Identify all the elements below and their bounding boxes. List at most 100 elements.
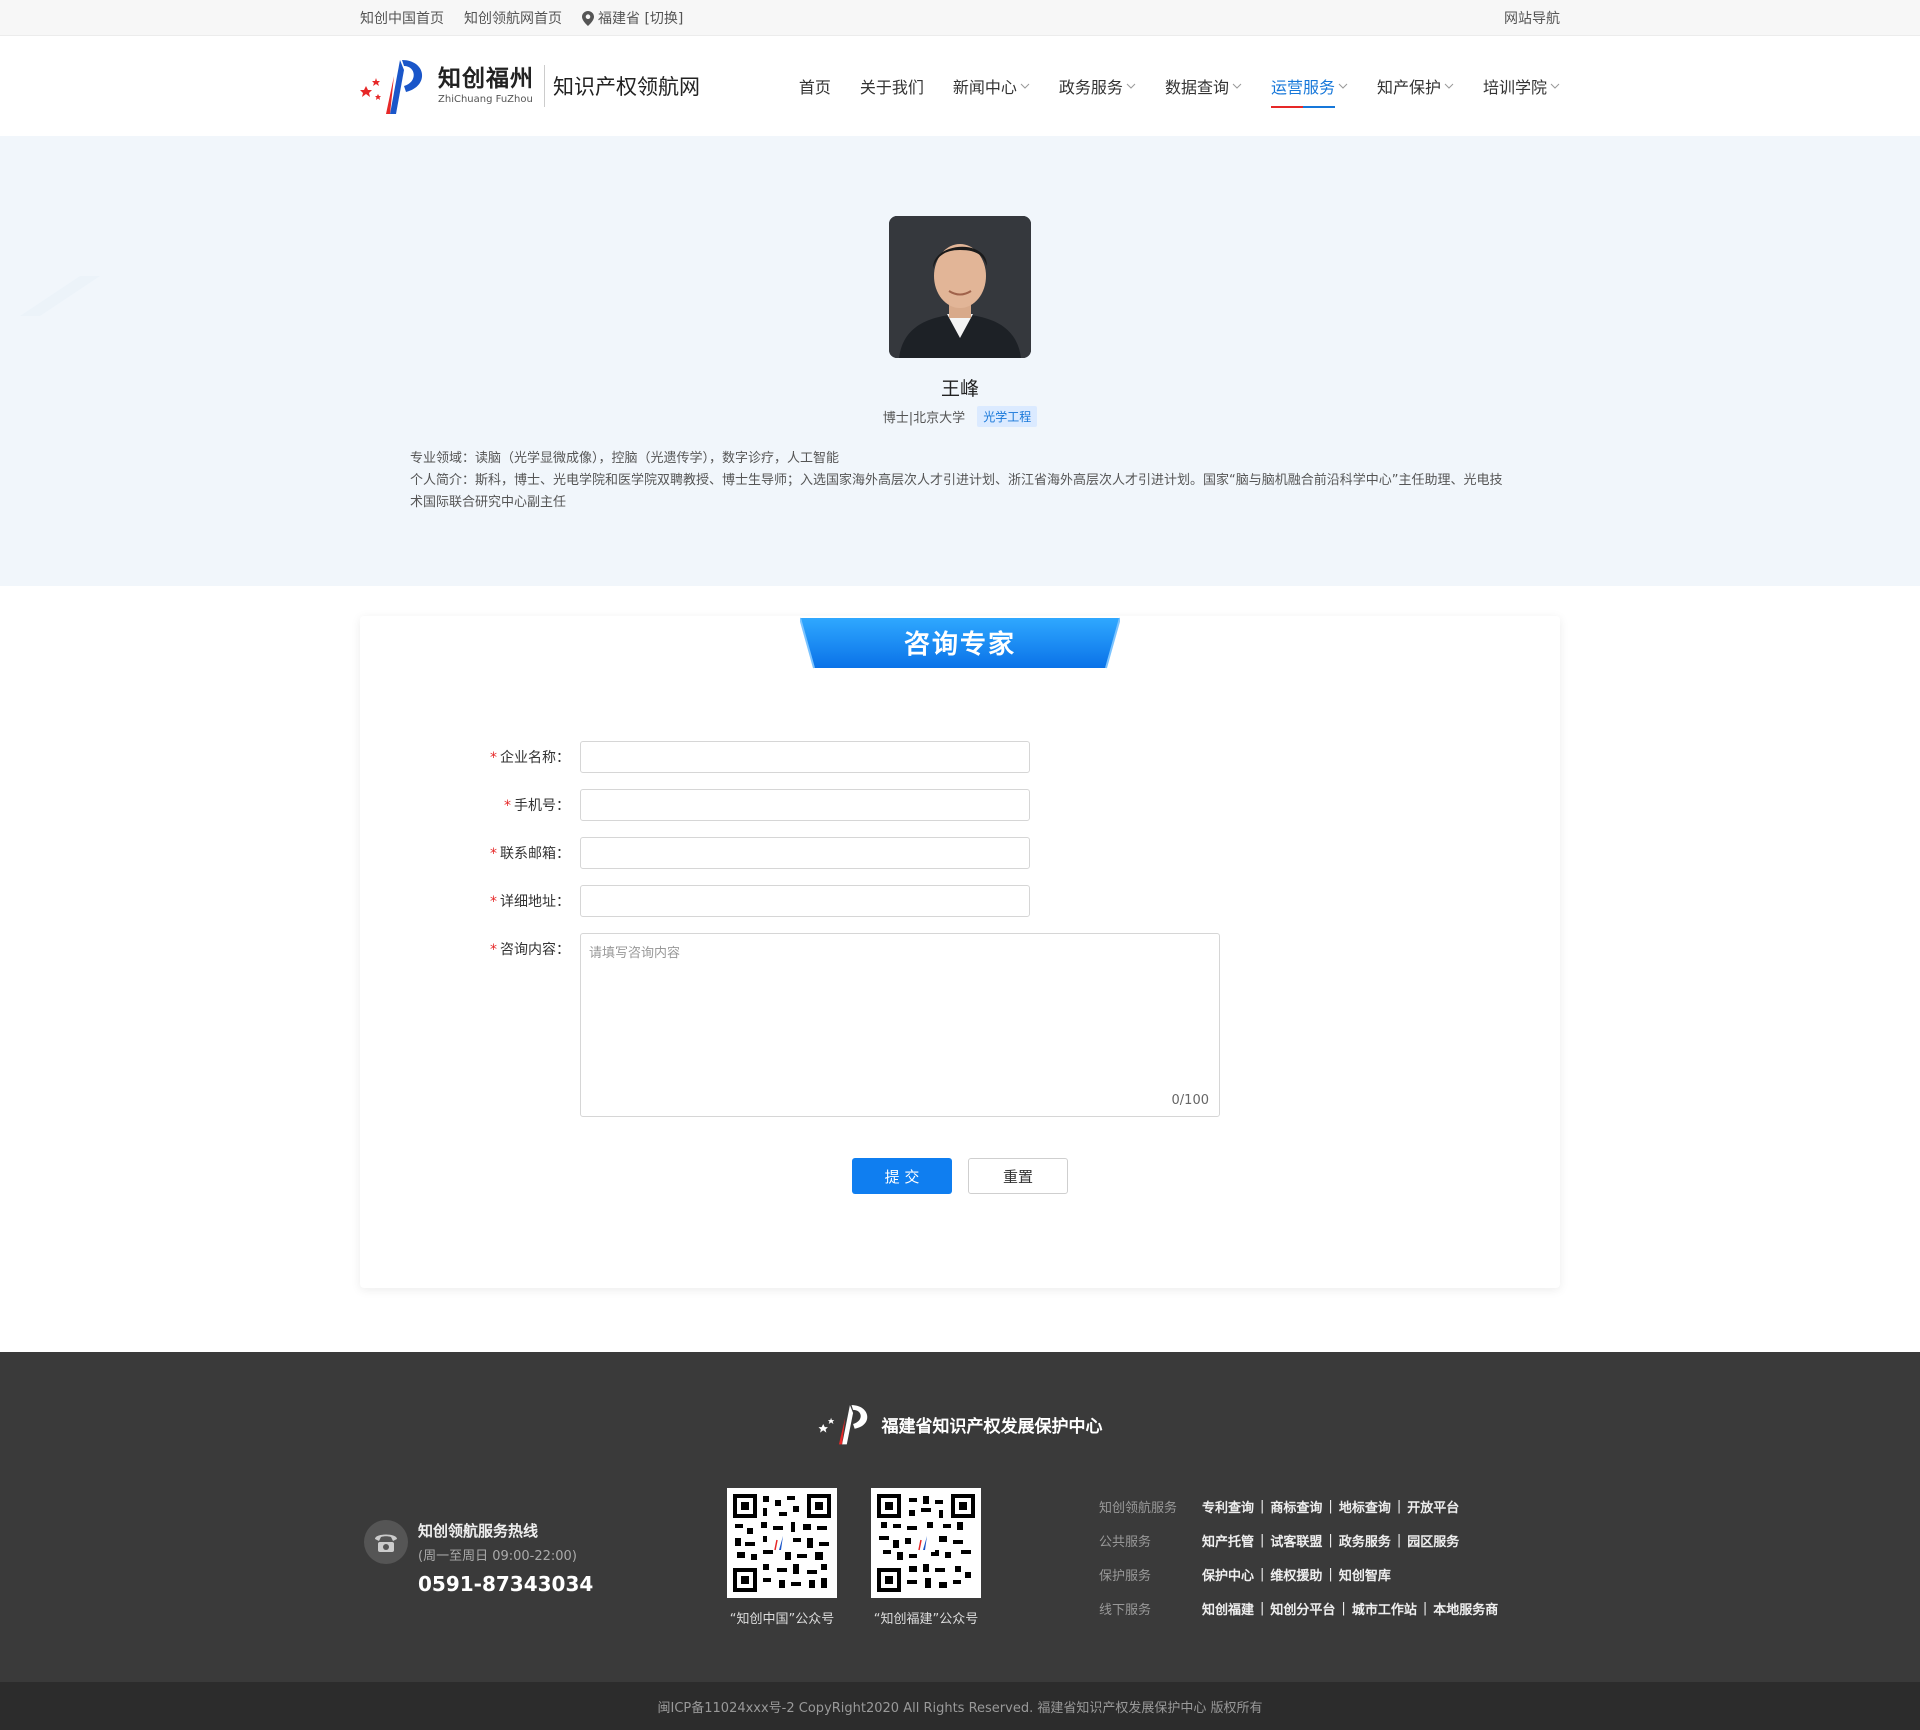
link-group-title: 线下服务: [1099, 1602, 1152, 1618]
nav-item-home[interactable]: 首页: [799, 36, 831, 136]
site-footer: 福建省知识产权发展保护中心 知创领航服务热线 (周一至周日 09:00-22:0…: [0, 1352, 1920, 1682]
content-label-text: 咨询内容：: [500, 942, 570, 958]
footer-link[interactable]: 知创智库: [1339, 1565, 1391, 1584]
separator: |: [1396, 1498, 1402, 1514]
chevron-down-icon: [1338, 83, 1348, 89]
qr-code-icon: [727, 1488, 837, 1598]
separator: |: [1260, 1498, 1265, 1514]
separator: |: [1341, 1600, 1346, 1616]
qr-zhichuang-fujian: “知创福建”公众号: [871, 1488, 981, 1627]
footer-links: 知创领航服务 专利查询 | 商标查询 | 地标查询 | 开放平台 公共服务 知产托管 |…: [1099, 1497, 1498, 1633]
phone-row: * 手机号：: [360, 789, 1030, 821]
content-textarea[interactable]: 请填写咨询内容 0/100: [580, 933, 1220, 1117]
email-label-text: 联系邮箱：: [500, 846, 570, 862]
char-counter: 0/100: [1171, 1093, 1209, 1108]
expert-degree: 博士|北京大学: [882, 411, 966, 426]
footer-link[interactable]: 商标查询: [1270, 1497, 1322, 1516]
nav-item-gov-services[interactable]: 政务服务: [1059, 36, 1136, 136]
footer-link[interactable]: 知产托管: [1202, 1531, 1254, 1550]
zhichuang-china-home-link[interactable]: 知创中国首页: [360, 8, 444, 28]
address-label-text: 详细地址：: [500, 894, 570, 910]
footer-org: 福建省知识产权发展保护中心: [0, 1402, 1920, 1446]
hotline: 知创领航服务热线 (周一至周日 09:00-22:00) 0591-873430…: [364, 1520, 593, 1596]
footer-link[interactable]: 知创分平台: [1270, 1599, 1335, 1618]
qr2-caption: “知创福建”公众号: [873, 1612, 979, 1627]
company-label: * 企业名称：: [360, 747, 580, 767]
phone-input[interactable]: [580, 789, 1030, 821]
footer-org-name: 福建省知识产权发展保护中心: [881, 1416, 1103, 1437]
separator: |: [1328, 1498, 1333, 1514]
footer-link[interactable]: 开放平台: [1407, 1497, 1459, 1516]
nav-item-about[interactable]: 关于我们: [860, 36, 924, 136]
hotline-number: 0591-87343034: [418, 1572, 594, 1596]
location-switch[interactable]: 福建省 [切换]: [582, 8, 683, 28]
footer-link[interactable]: 地标查询: [1339, 1497, 1391, 1516]
nav-item-operation-services[interactable]: 运营服务: [1270, 36, 1348, 136]
footer-link[interactable]: 试客联盟: [1270, 1531, 1322, 1550]
link-group-title: 保护服务: [1099, 1568, 1152, 1584]
footer-logo-icon: [818, 1405, 867, 1445]
site-name: 知识产权领航网: [553, 75, 700, 99]
email-input[interactable]: [580, 837, 1030, 869]
footer-link[interactable]: 园区服务: [1407, 1531, 1459, 1550]
email-row: * 联系邮箱：: [360, 837, 1030, 869]
chevron-down-icon: [1020, 83, 1030, 89]
logo-brand: 知创福州 ZhiChuang FuZhou: [438, 65, 545, 107]
separator: |: [1328, 1532, 1333, 1548]
expert-bio: 个人简介：斯科，博士、光电学院和医学院双聘教授、博士生导师；入选国家海外高层次人…: [410, 473, 1503, 510]
chevron-down-icon: [1126, 83, 1136, 89]
footer-link[interactable]: 专利查询: [1202, 1497, 1254, 1516]
link-group-title: 公共服务: [1099, 1534, 1152, 1550]
footer-link[interactable]: 维权援助: [1270, 1565, 1322, 1584]
footer-link-group: 知创领航服务 专利查询 | 商标查询 | 地标查询 | 开放平台: [1099, 1497, 1498, 1516]
brand-name-en: ZhiChuang FuZhou: [438, 94, 533, 105]
chevron-down-icon: [1232, 83, 1242, 89]
nav-label: 政务服务: [1058, 78, 1123, 97]
site-logo[interactable]: 知创福州 ZhiChuang FuZhou 知识产权领航网: [360, 56, 700, 116]
separator: |: [1260, 1600, 1265, 1616]
separator: |: [1260, 1566, 1265, 1582]
footer-link[interactable]: 本地服务商: [1433, 1599, 1498, 1618]
separator: |: [1260, 1532, 1265, 1548]
content-row: * 咨询内容： 请填写咨询内容 0/100: [360, 933, 1220, 1117]
address-input[interactable]: [580, 885, 1030, 917]
chevron-down-icon: [1550, 83, 1560, 89]
reset-button[interactable]: 重置: [968, 1158, 1068, 1194]
email-label: * 联系邮箱：: [360, 843, 580, 863]
footer-link[interactable]: 保护中心: [1202, 1565, 1254, 1584]
nav-item-training[interactable]: 培训学院: [1483, 36, 1560, 136]
site-nav-link[interactable]: 网站导航: [1504, 8, 1560, 28]
footer-link-group: 保护服务 保护中心 | 维权援助 | 知创智库: [1099, 1565, 1498, 1584]
expert-avatar: [889, 216, 1031, 358]
nav-item-news[interactable]: 新闻中心: [953, 36, 1030, 136]
expert-description: 专业领域：读脑（光学显微成像），控脑（光遗传学），数字诊疗，人工智能 个人简介：…: [410, 448, 1510, 514]
expert-meta: 博士|北京大学 光学工程: [0, 406, 1920, 427]
nav-item-data-query[interactable]: 数据查询: [1165, 36, 1242, 136]
separator: |: [1328, 1566, 1333, 1582]
footer-link[interactable]: 知创福建: [1202, 1599, 1254, 1618]
nav-item-ip-protection[interactable]: 知产保护: [1377, 36, 1454, 136]
separator: |: [1396, 1532, 1402, 1548]
qr1-caption: “知创中国”公众号: [729, 1612, 835, 1627]
active-underline-red: [1270, 106, 1303, 108]
footer-link[interactable]: 政务服务: [1339, 1531, 1391, 1550]
submit-button[interactable]: 提 交: [852, 1158, 952, 1194]
nav-label: 培训学院: [1482, 78, 1547, 97]
consult-title: 咨询专家: [903, 630, 1016, 660]
nav-label: 知产保护: [1376, 78, 1441, 97]
nav-label: 首页: [798, 78, 831, 97]
expert-field-tag: 光学工程: [977, 406, 1038, 427]
company-label-text: 企业名称：: [500, 750, 570, 766]
required-mark: *: [490, 750, 497, 766]
nav-label: 数据查询: [1164, 78, 1229, 97]
required-mark: *: [504, 798, 511, 814]
lingháng-home-link[interactable]: 知创领航网首页: [464, 8, 562, 28]
company-input[interactable]: [580, 741, 1030, 773]
phone-label-text: 手机号：: [514, 798, 570, 814]
footer-link[interactable]: 城市工作站: [1352, 1599, 1417, 1618]
decorative-shape: [20, 276, 100, 316]
qr-zhichuang-china: “知创中国”公众号: [727, 1488, 837, 1627]
copyright-bar: 闽ICP备11024xxx号-2 CopyRight2020 All Right…: [0, 1682, 1920, 1730]
chevron-down-icon: [1444, 83, 1454, 89]
required-mark: *: [490, 894, 497, 910]
